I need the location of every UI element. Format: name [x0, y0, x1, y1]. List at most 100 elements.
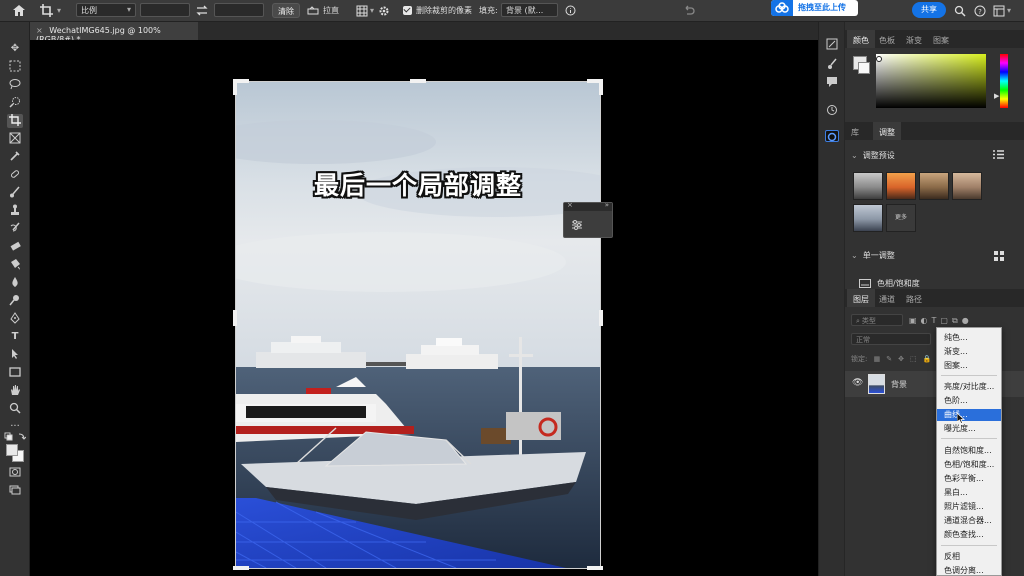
brush-tool-icon[interactable]: [7, 186, 23, 200]
tab-patterns[interactable]: 图案: [927, 30, 955, 48]
tab-color[interactable]: 颜色: [847, 30, 875, 48]
menu-item-gradient[interactable]: 渐变...: [937, 346, 1001, 358]
history-brush-tool-icon[interactable]: [7, 222, 23, 236]
foreground-color-swatch[interactable]: [6, 444, 18, 456]
color-field[interactable]: [876, 54, 986, 108]
blend-mode-select[interactable]: 正常: [851, 333, 931, 345]
hue-saturation-item[interactable]: 色相/饱和度: [859, 278, 920, 289]
plugin-icon[interactable]: [825, 130, 839, 142]
menu-item-black-white[interactable]: 黑白...: [937, 487, 1001, 499]
color-picker-handle[interactable]: [876, 56, 882, 62]
overlay-grid-icon[interactable]: ▾: [356, 3, 374, 18]
hand-tool-icon[interactable]: [7, 384, 23, 398]
clear-button[interactable]: 清除: [272, 3, 300, 18]
background-color-chip[interactable]: [858, 62, 870, 74]
menu-item-posterize[interactable]: 色调分离...: [937, 565, 1001, 576]
swap-icon[interactable]: [196, 3, 208, 18]
tab-adjustments[interactable]: 调整: [873, 122, 901, 140]
rectangle-tool-icon[interactable]: [7, 366, 23, 380]
crop-handle-br[interactable]: [587, 566, 603, 570]
menu-item-solid-color[interactable]: 纯色...: [937, 332, 1001, 344]
menu-item-levels[interactable]: 色阶...: [937, 395, 1001, 407]
menu-item-curves[interactable]: 曲线...: [937, 409, 1001, 421]
menu-item-channel-mixer[interactable]: 通道混合器...: [937, 515, 1001, 527]
pen-tool-icon[interactable]: [7, 312, 23, 326]
crop-frame[interactable]: [235, 81, 601, 569]
adjustment-panel-icon[interactable]: [825, 38, 839, 50]
menu-item-exposure[interactable]: 曝光度...: [937, 423, 1001, 435]
menu-item-vibrance[interactable]: 自然饱和度...: [937, 445, 1001, 457]
lasso-tool-icon[interactable]: [7, 78, 23, 92]
color-swatches[interactable]: [4, 442, 26, 464]
document-tab[interactable]: × WechatIMG645.jpg @ 100%(RGB/8#) *: [30, 22, 198, 44]
floating-panel-titlebar[interactable]: × »: [564, 201, 612, 211]
crop-handle-left[interactable]: [233, 310, 237, 326]
menu-item-brightness-contrast[interactable]: 亮度/对比度...: [937, 381, 1001, 393]
straighten-button[interactable]: 拉直: [307, 3, 339, 18]
grid-view-icon[interactable]: [994, 251, 1004, 263]
close-icon[interactable]: ×: [567, 201, 573, 209]
tab-paths[interactable]: 路径: [900, 289, 928, 307]
gradient-tool-icon[interactable]: [7, 258, 23, 272]
fill-select[interactable]: 背景 (默...: [501, 3, 558, 17]
menu-item-hue-saturation[interactable]: 色相/饱和度...: [937, 459, 1001, 471]
frame-tool-icon[interactable]: [7, 132, 23, 146]
history-icon[interactable]: [825, 104, 839, 116]
dodge-tool-icon[interactable]: [7, 294, 23, 308]
type-tool-icon[interactable]: T: [7, 330, 23, 344]
single-adjust-header[interactable]: ⌄ 单一调整: [851, 250, 895, 261]
eyedropper-tool-icon[interactable]: [7, 150, 23, 164]
adjust-presets-header[interactable]: ⌄ 调整预设: [851, 150, 895, 161]
menu-item-pattern[interactable]: 图案...: [937, 360, 1001, 372]
preset-thumb[interactable]: [853, 172, 883, 200]
brush-settings-icon[interactable]: [825, 58, 839, 70]
share-button[interactable]: 共享: [912, 2, 946, 18]
menu-item-photo-filter[interactable]: 照片滤镜...: [937, 501, 1001, 513]
layer-filter-select[interactable]: ⌕ 类型: [851, 314, 903, 326]
upload-button[interactable]: 拖拽至此上传: [771, 0, 858, 16]
preset-thumb[interactable]: [853, 204, 883, 232]
quick-mask-icon[interactable]: [7, 466, 23, 480]
healing-brush-tool-icon[interactable]: [7, 168, 23, 182]
crop-handle-right[interactable]: [599, 310, 603, 326]
path-selection-tool-icon[interactable]: [7, 348, 23, 362]
clone-stamp-tool-icon[interactable]: [7, 204, 23, 218]
crop-tool-icon[interactable]: [7, 114, 23, 128]
collapse-icon[interactable]: »: [605, 201, 609, 209]
ratio-width-input[interactable]: [140, 3, 190, 17]
hue-slider[interactable]: [1000, 54, 1008, 108]
menu-item-color-lookup[interactable]: 颜色查找...: [937, 529, 1001, 541]
hue-slider-handle-icon[interactable]: ▶: [994, 92, 999, 100]
blur-tool-icon[interactable]: [7, 276, 23, 290]
close-tab-icon[interactable]: ×: [36, 26, 43, 35]
preset-thumb[interactable]: [886, 172, 916, 200]
menu-item-invert[interactable]: 反相: [937, 551, 1001, 563]
move-tool-icon[interactable]: ✥: [7, 42, 23, 56]
tab-channels[interactable]: 通道: [873, 289, 901, 307]
tab-libraries[interactable]: 库: [845, 122, 865, 140]
menu-item-color-balance[interactable]: 色彩平衡...: [937, 473, 1001, 485]
info-icon[interactable]: [565, 3, 576, 18]
delete-cropped-checkbox[interactable]: 删除裁剪的像素: [403, 3, 472, 18]
search-icon[interactable]: [954, 3, 966, 18]
more-presets-button[interactable]: 更多: [886, 204, 916, 232]
tab-swatches[interactable]: 色板: [873, 30, 901, 48]
lock-icons[interactable]: ▦✎✥⬚🔒: [874, 355, 938, 363]
quick-selection-tool-icon[interactable]: [7, 96, 23, 110]
ratio-select[interactable]: 比例 ▾: [76, 3, 136, 17]
undo-icon[interactable]: [683, 3, 695, 18]
eye-icon[interactable]: 👁: [852, 378, 863, 388]
tab-layers[interactable]: 图层: [847, 289, 875, 307]
home-icon[interactable]: [12, 3, 26, 18]
preset-thumb[interactable]: [952, 172, 982, 200]
zoom-tool-icon[interactable]: [7, 402, 23, 416]
help-icon[interactable]: ?: [974, 3, 986, 18]
eraser-tool-icon[interactable]: [7, 240, 23, 254]
preset-thumb[interactable]: [919, 172, 949, 200]
ratio-height-input[interactable]: [214, 3, 264, 17]
workspace-icon[interactable]: ▾: [993, 3, 1011, 18]
list-view-icon[interactable]: [993, 150, 1004, 161]
gear-icon[interactable]: [378, 3, 390, 18]
marquee-tool-icon[interactable]: [7, 60, 23, 74]
crop-tool-icon[interactable]: ▾: [40, 3, 61, 18]
